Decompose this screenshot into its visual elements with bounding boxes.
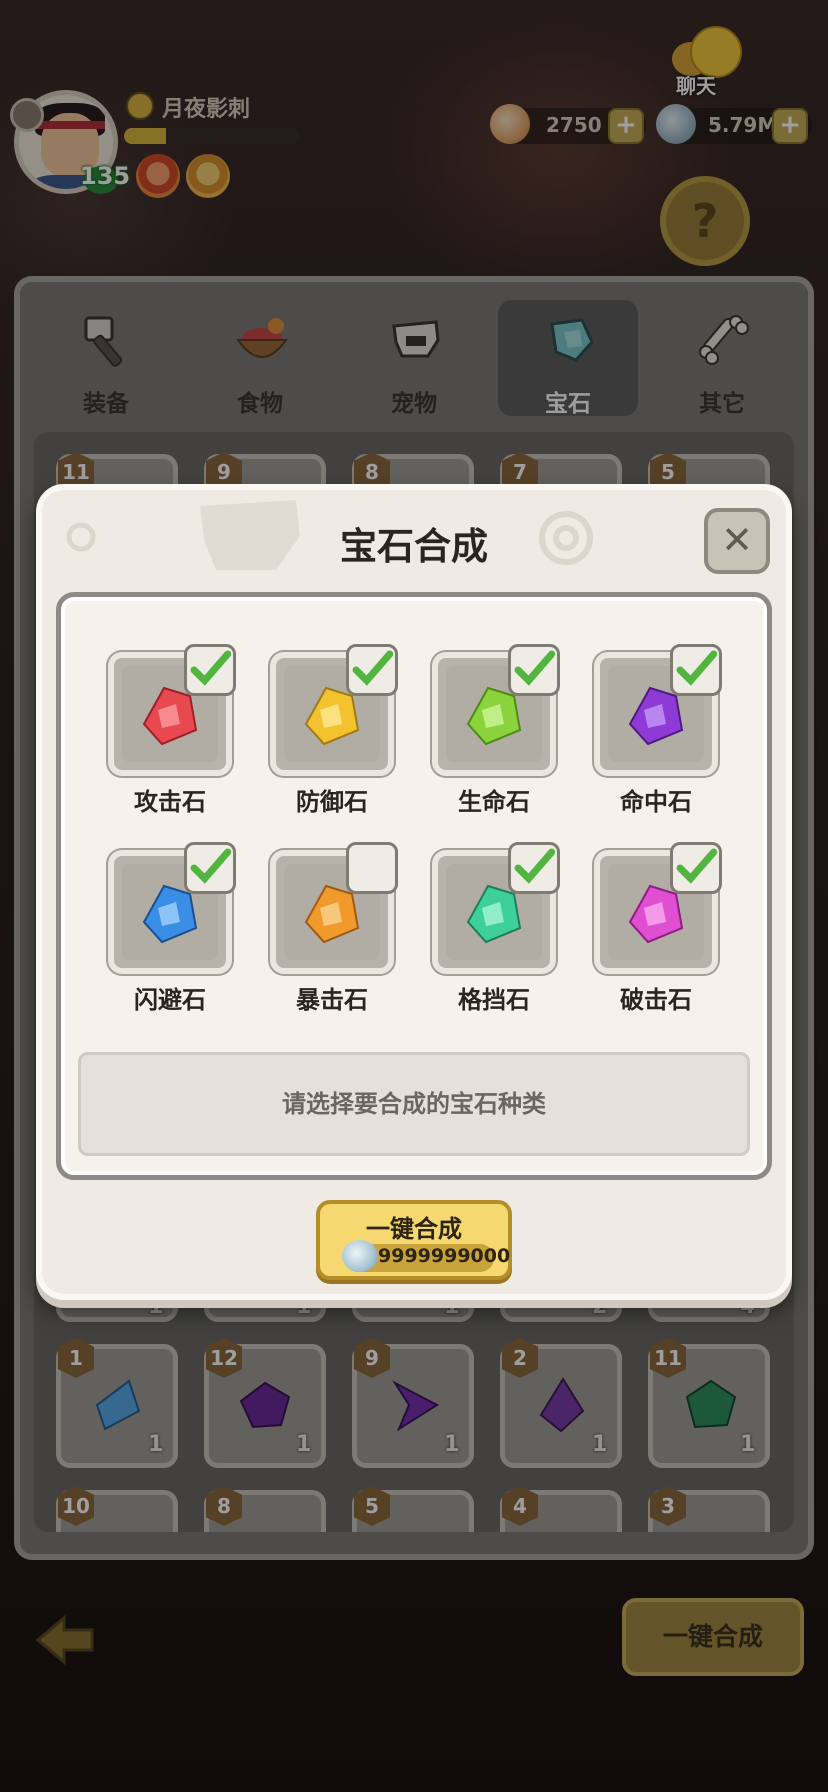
synthesize-cost: 9999999000 (378, 1245, 511, 1267)
gem-label: 生命石 (458, 788, 530, 816)
checkbox[interactable] (508, 842, 560, 894)
gem-label: 暴击石 (296, 986, 368, 1014)
checkbox[interactable] (346, 644, 398, 696)
gem-label: 命中石 (620, 788, 692, 816)
gem-option-attack[interactable] (108, 644, 236, 782)
gem-label: 防御石 (296, 788, 368, 816)
gem-option-life[interactable] (432, 644, 560, 782)
gem-option-block[interactable] (432, 842, 560, 980)
gem-label: 格挡石 (458, 986, 530, 1014)
gem-option-pierce[interactable] (594, 842, 722, 980)
pearl-icon (342, 1240, 378, 1272)
synthesize-label: 一键合成 (366, 1215, 462, 1243)
gem-option-defense[interactable] (270, 644, 398, 782)
synthesize-button[interactable]: 一键合成 9999999000 (316, 1200, 512, 1280)
close-x-icon[interactable]: ✕ (704, 508, 770, 574)
selection-hint: 请选择要合成的宝石种类 (78, 1052, 750, 1156)
checkbox[interactable] (508, 644, 560, 696)
checkbox[interactable] (670, 842, 722, 894)
gem-label: 攻击石 (134, 788, 206, 816)
check-icon (676, 848, 718, 884)
check-icon (676, 650, 718, 686)
check-icon (190, 848, 232, 884)
check-icon (352, 650, 394, 686)
checkbox-empty[interactable] (346, 842, 398, 894)
check-icon (514, 848, 556, 884)
gem-option-dodge[interactable] (108, 842, 236, 980)
gem-option-hit[interactable] (594, 644, 722, 782)
checkbox[interactable] (184, 644, 236, 696)
checkbox[interactable] (184, 842, 236, 894)
gem-label: 破击石 (620, 986, 692, 1014)
check-icon (190, 650, 232, 686)
gem-option-crit[interactable] (270, 842, 398, 980)
checkbox[interactable] (670, 644, 722, 696)
gem-label: 闪避石 (134, 986, 206, 1014)
check-icon (514, 650, 556, 686)
